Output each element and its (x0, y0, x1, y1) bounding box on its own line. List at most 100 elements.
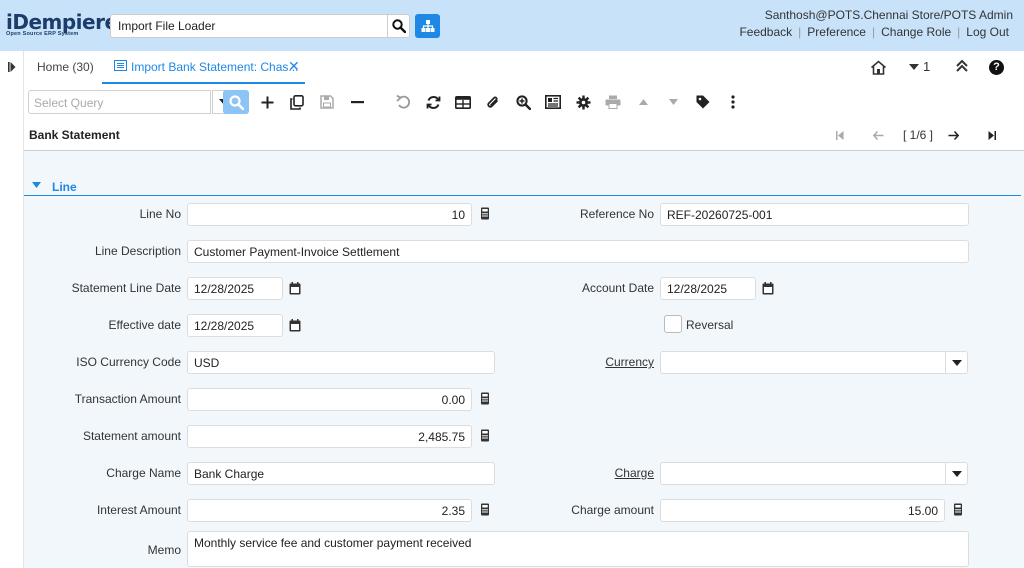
user-info[interactable]: Santhosh@POTS.Chennai Store/POTS Admin (765, 8, 1013, 22)
tag-icon (696, 95, 710, 109)
reversal-checkbox[interactable] (664, 315, 682, 333)
next-record-icon[interactable] (948, 131, 959, 140)
search-icon (228, 94, 244, 110)
copy-record-button[interactable] (284, 90, 310, 114)
charge-dropdown-button[interactable] (946, 462, 968, 485)
sitemap-button[interactable] (415, 14, 440, 38)
currency-field[interactable] (660, 351, 946, 374)
paperclip-icon (487, 96, 498, 108)
logo[interactable]: iDempiere Open Source ERP System (6, 11, 118, 37)
line-no-field[interactable]: 10 (187, 203, 472, 226)
refresh-button[interactable] (420, 90, 446, 114)
gear-icon (576, 95, 590, 109)
effective-date-field[interactable]: 12/28/2025 (187, 314, 283, 337)
next-record-toolbar-button[interactable] (660, 90, 686, 114)
charge-label[interactable]: Charge (615, 466, 654, 480)
previous-record-icon[interactable] (873, 131, 884, 140)
report-icon (545, 95, 561, 109)
select-query-input[interactable]: Select Query (28, 90, 211, 114)
previous-record-toolbar-button[interactable] (630, 90, 656, 114)
triangle-down-icon (668, 99, 678, 105)
undo-button[interactable] (390, 90, 416, 114)
last-record-icon[interactable] (988, 131, 996, 140)
preference-link[interactable]: Preference (801, 25, 872, 39)
home-icon[interactable] (870, 60, 887, 75)
find-button[interactable] (223, 90, 249, 114)
record-title: Bank Statement (29, 128, 120, 142)
account-date-label: Account Date (581, 281, 654, 295)
attachment-button[interactable] (480, 90, 506, 114)
memo-field[interactable]: Monthly service fee and customer payment… (187, 531, 969, 567)
statement-line-date-label: Statement Line Date (71, 281, 181, 295)
interest-amount-field[interactable]: 2.35 (187, 499, 472, 522)
charge-amount-label: Charge amount (571, 503, 654, 517)
calculator-icon[interactable] (477, 391, 493, 407)
window-dropdown[interactable]: 1 (909, 59, 930, 74)
currency-dropdown-button[interactable] (946, 351, 968, 374)
currency-label[interactable]: Currency (605, 355, 654, 369)
charge-name-label: Charge Name (106, 466, 181, 480)
first-record-icon[interactable] (836, 131, 844, 140)
charge-name-field[interactable]: Bank Charge (187, 462, 495, 485)
statement-amount-field[interactable]: 2,485.75 (187, 425, 472, 448)
grid-icon (455, 95, 471, 109)
iso-currency-code-field[interactable]: USD (187, 351, 495, 374)
caret-down-icon (909, 63, 919, 70)
help-icon[interactable]: ? (989, 60, 1004, 75)
window-icon (114, 60, 127, 71)
tab-import-bank-statement[interactable]: Import Bank Statement: Chas... ✕ (102, 51, 305, 84)
calendar-icon (762, 282, 774, 295)
logo-text: iDempiere (6, 10, 118, 34)
zoom-across-button[interactable] (510, 90, 536, 114)
sitemap-icon (421, 20, 434, 32)
calculator-icon[interactable] (477, 428, 493, 444)
save-button[interactable] (314, 90, 340, 114)
effective-date-button[interactable] (283, 314, 307, 337)
reversal-label: Reversal (686, 318, 734, 332)
calendar-icon (289, 282, 301, 295)
west-panel-toggle[interactable] (0, 51, 24, 568)
tab-home[interactable]: Home (30) (37, 60, 94, 74)
more-options-button[interactable] (720, 90, 746, 114)
window-count: 1 (923, 59, 931, 74)
statement-line-date-field[interactable]: 12/28/2025 (187, 277, 283, 300)
iso-currency-code-label: ISO Currency Code (76, 355, 181, 369)
change-role-link[interactable]: Change Role (875, 25, 957, 39)
collapse-icon[interactable] (955, 59, 969, 73)
toggle-grid-button[interactable] (450, 90, 476, 114)
account-date-field[interactable]: 12/28/2025 (660, 277, 756, 300)
print-button[interactable] (600, 90, 626, 114)
statement-line-date-button[interactable] (283, 277, 307, 300)
copy-icon (290, 94, 304, 110)
expand-panel-icon (8, 62, 16, 72)
memo-label: Memo (147, 543, 181, 557)
account-date-button[interactable] (756, 277, 780, 300)
charge-field[interactable] (660, 462, 946, 485)
reference-no-label: Reference No (579, 207, 654, 221)
line-no-label: Line No (139, 207, 181, 221)
kebab-menu-icon (731, 95, 735, 109)
new-record-button[interactable] (254, 90, 280, 114)
process-button[interactable] (570, 90, 596, 114)
label-button[interactable] (690, 90, 716, 114)
close-icon[interactable]: ✕ (288, 59, 300, 73)
search-icon (391, 19, 406, 33)
calculator-icon[interactable] (477, 502, 493, 518)
calculator-icon[interactable] (477, 206, 493, 222)
caret-down-icon (32, 182, 41, 188)
report-button[interactable] (540, 90, 566, 114)
transaction-amount-field[interactable]: 0.00 (187, 388, 472, 411)
line-description-field[interactable]: Customer Payment-Invoice Settlement (187, 240, 969, 263)
section-line[interactable]: Line (24, 178, 1021, 196)
feedback-link[interactable]: Feedback (733, 25, 798, 39)
calculator-icon[interactable] (950, 502, 966, 518)
delete-button[interactable] (344, 90, 370, 114)
statement-amount-label: Statement amount (82, 429, 181, 443)
logout-link[interactable]: Log Out (960, 25, 1015, 39)
charge-amount-field[interactable]: 15.00 (660, 499, 945, 522)
line-description-label: Line Description (94, 244, 181, 258)
reference-no-field[interactable]: REF-20260725-001 (660, 203, 969, 226)
section-title: Line (52, 180, 77, 194)
search-button[interactable] (387, 14, 410, 38)
global-search-input[interactable]: Import File Loader (110, 14, 387, 38)
